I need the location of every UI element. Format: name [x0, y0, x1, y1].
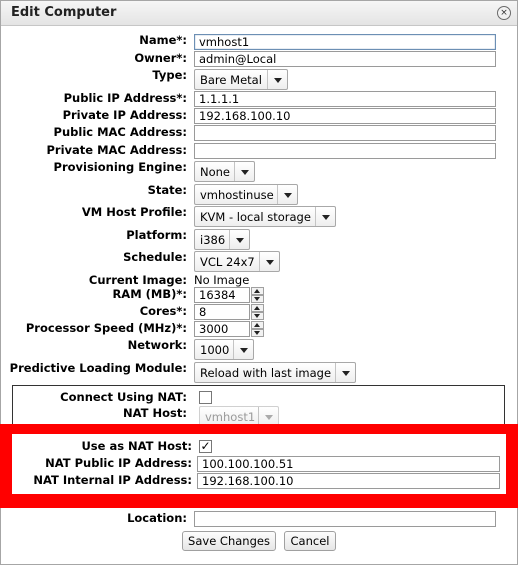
connect-nat-checkbox[interactable] — [199, 391, 212, 404]
chevron-down-icon — [233, 340, 253, 359]
spin-down-icon[interactable] — [251, 312, 264, 320]
ram-label: RAM (MB)*: — [112, 287, 187, 301]
owner-label: Owner*: — [134, 51, 187, 65]
dialog-titlebar[interactable]: Edit Computer × — [1, 1, 517, 26]
spin-down-icon[interactable] — [251, 295, 264, 303]
network-select[interactable]: 1000 — [194, 339, 254, 360]
processor-speed-label: Processor Speed (MHz)*: — [25, 321, 187, 335]
ram-stepper[interactable] — [251, 287, 264, 303]
nat-public-ip-label: NAT Public IP Address: — [45, 456, 192, 470]
network-value: 1000 — [200, 343, 230, 357]
schedule-label: Schedule: — [123, 250, 187, 264]
chevron-down-icon — [315, 207, 335, 226]
public-ip-label: Public IP Address*: — [63, 91, 187, 105]
platform-value: i386 — [200, 233, 226, 247]
private-ip-label: Private IP Address: — [62, 108, 187, 122]
spin-up-icon[interactable] — [251, 321, 264, 329]
dialog-title: Edit Computer — [11, 5, 117, 20]
public-mac-input[interactable] — [194, 125, 496, 141]
cores-input[interactable]: 8 — [194, 304, 250, 320]
cores-stepper[interactable] — [251, 304, 264, 320]
chevron-down-icon — [267, 70, 287, 89]
state-select[interactable]: vmhostinuse — [194, 184, 298, 205]
provisioning-engine-select[interactable]: None — [194, 161, 255, 182]
private-mac-input[interactable] — [194, 143, 496, 159]
private-mac-label: Private MAC Address: — [46, 143, 187, 157]
vm-host-profile-select[interactable]: KVM - local storage — [194, 206, 336, 227]
owner-input[interactable]: admin@Local — [194, 51, 496, 67]
schedule-select[interactable]: VCL 24x7 — [194, 251, 280, 272]
nat-host-label: NAT Host: — [123, 406, 187, 420]
vm-host-profile-label: VM Host Profile: — [81, 205, 187, 219]
cancel-button[interactable]: Cancel — [284, 531, 336, 551]
predictive-loading-select[interactable]: Reload with last image — [194, 362, 356, 383]
chevron-down-icon — [229, 230, 249, 249]
vm-host-profile-value: KVM - local storage — [200, 210, 311, 224]
use-as-nat-host-label: Use as NAT Host: — [81, 439, 192, 453]
type-label: Type: — [152, 68, 187, 82]
processor-speed-input[interactable]: 3000 — [194, 321, 250, 337]
connect-nat-label: Connect Using NAT: — [60, 390, 187, 404]
nat-public-ip-input[interactable]: 100.100.100.51 — [197, 456, 500, 472]
name-label: Name*: — [139, 33, 187, 47]
chevron-down-icon — [277, 185, 297, 204]
save-changes-button[interactable]: Save Changes — [182, 531, 276, 551]
platform-select[interactable]: i386 — [194, 229, 250, 250]
close-icon[interactable]: × — [497, 6, 511, 20]
spin-up-icon[interactable] — [251, 287, 264, 295]
provisioning-engine-value: None — [200, 165, 231, 179]
processor-speed-stepper[interactable] — [251, 321, 264, 337]
location-label: Location: — [127, 511, 187, 525]
platform-label: Platform: — [126, 228, 187, 242]
state-label: State: — [147, 183, 187, 197]
nat-host-value: vmhost1 — [205, 410, 256, 424]
nat-internal-ip-input[interactable]: 192.168.100.10 — [197, 473, 500, 489]
current-image-label: Current Image: — [88, 273, 187, 287]
predictive-loading-value: Reload with last image — [200, 366, 332, 380]
spin-up-icon[interactable] — [251, 304, 264, 312]
chevron-down-icon — [259, 252, 279, 271]
public-mac-label: Public MAC Address: — [53, 125, 187, 139]
state-value: vmhostinuse — [200, 188, 274, 202]
schedule-value: VCL 24x7 — [200, 255, 255, 269]
public-ip-input[interactable]: 1.1.1.1 — [194, 91, 496, 107]
type-select-value: Bare Metal — [200, 73, 262, 87]
ram-input[interactable]: 16384 — [194, 287, 250, 303]
name-input[interactable]: vmhost1 — [194, 34, 496, 50]
provisioning-engine-label: Provisioning Engine: — [53, 160, 187, 174]
cores-label: Cores*: — [139, 304, 187, 318]
use-as-nat-host-checkbox[interactable]: ✓ — [199, 440, 212, 453]
current-image-value: No Image — [194, 273, 250, 287]
type-select[interactable]: Bare Metal — [194, 69, 288, 90]
nat-internal-ip-label: NAT Internal IP Address: — [33, 473, 192, 487]
predictive-loading-label: Predictive Loading Module: — [9, 361, 187, 375]
chevron-down-icon — [234, 162, 254, 181]
private-ip-input[interactable]: 192.168.100.10 — [194, 108, 496, 124]
chevron-down-icon — [335, 363, 355, 382]
network-label: Network: — [127, 338, 187, 352]
spin-down-icon[interactable] — [251, 329, 264, 337]
location-input[interactable] — [194, 511, 496, 527]
